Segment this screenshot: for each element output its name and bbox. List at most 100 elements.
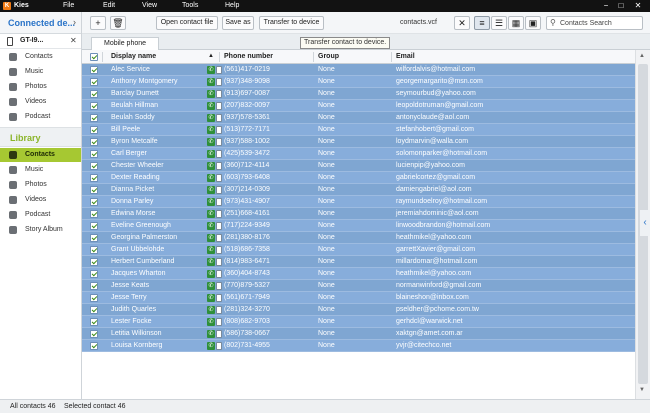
library-item-story-album[interactable]: Story Album [0,223,81,237]
table-row[interactable]: Eveline Greenough ✆ (717)224-9349 None linwo… [82,220,635,232]
row-checkbox[interactable] [90,198,98,206]
row-checkbox[interactable] [90,246,98,254]
call-icon[interactable]: ✆ [207,138,215,146]
call-icon[interactable]: ✆ [207,174,215,182]
table-row[interactable]: Jacques Wharton ✆ (360)404-8743 None heathmi… [82,268,635,280]
table-row[interactable]: Lester Focke ✆ (808)682-9703 None gerhdcl@wa… [82,316,635,328]
call-icon[interactable]: ✆ [207,294,215,302]
row-checkbox[interactable] [90,234,98,242]
device-item[interactable]: GT-I9... ✕ [0,34,81,49]
transfer-to-device-button[interactable]: Transfer to device [259,16,324,30]
row-checkbox[interactable] [90,342,98,350]
table-row[interactable]: Herbert Cumberland ✆ (814)983-6471 None mill… [82,256,635,268]
call-icon[interactable]: ✆ [207,234,215,242]
add-contact-button[interactable]: + [90,16,106,30]
table-row[interactable]: Beulah Hillman ✆ (207)832-0097 None leopoldo… [82,100,635,112]
call-icon[interactable]: ✆ [207,246,215,254]
table-row[interactable]: Beulah Soddy ✆ (937)578-5361 None antonyclau… [82,112,635,124]
table-row[interactable]: Byron Metcalfe ✆ (937)588-1002 None loydmarv… [82,136,635,148]
row-checkbox[interactable] [90,126,98,134]
call-icon[interactable]: ✆ [207,186,215,194]
select-all-checkbox[interactable] [90,53,98,61]
call-icon[interactable]: ✆ [207,90,215,98]
scroll-up-icon[interactable]: ▲ [639,53,645,59]
row-checkbox[interactable] [90,258,98,266]
row-checkbox[interactable] [90,90,98,98]
tab-mobile-phone[interactable]: Mobile phone [91,37,159,50]
menu-view[interactable]: View [142,2,157,9]
table-row[interactable]: Bill Peele ✆ (513)772-7171 None stefanhobert… [82,124,635,136]
row-checkbox[interactable] [90,114,98,122]
row-checkbox[interactable] [90,282,98,290]
library-item-photos[interactable]: Photos [0,178,81,192]
device-item-music[interactable]: Music [0,65,81,79]
library-item-contacts[interactable]: Contacts [0,148,81,162]
table-row[interactable]: Louisa Kornberg ✆ (802)731-4955 None yvjr@ci… [82,340,635,352]
library-item-podcast[interactable]: Podcast [0,208,81,222]
minimize-button[interactable]: − [601,1,611,11]
call-icon[interactable]: ✆ [207,102,215,110]
call-icon[interactable]: ✆ [207,198,215,206]
call-icon[interactable]: ✆ [207,306,215,314]
maximize-button[interactable]: □ [616,1,626,11]
device-item-videos[interactable]: Videos [0,95,81,109]
library-item-music[interactable]: Music [0,163,81,177]
table-row[interactable]: Carl Berger ✆ (425)539-3472 None solomonpark… [82,148,635,160]
call-icon[interactable]: ✆ [207,342,215,350]
call-icon[interactable]: ✆ [207,126,215,134]
call-icon[interactable]: ✆ [207,282,215,290]
call-icon[interactable]: ✆ [207,210,215,218]
call-icon[interactable]: ✆ [207,270,215,278]
sort-up-icon[interactable]: ▲ [208,53,214,59]
collapse-panel-handle[interactable]: ‹ [640,210,650,236]
grid-view-button[interactable]: ▦ [508,16,524,30]
row-checkbox[interactable] [90,270,98,278]
menu-tools[interactable]: Tools [182,2,198,9]
detail-view-button[interactable]: ☰ [491,16,507,30]
table-row[interactable]: Anthony Montgomery ✆ (937)348-9098 None geor… [82,76,635,88]
row-checkbox[interactable] [90,222,98,230]
list-view-button[interactable]: ≡ [474,16,490,30]
column-email[interactable]: Email [396,53,415,60]
table-row[interactable]: Jesse Keats ✆ (770)879-5327 None normanwinfo… [82,280,635,292]
row-checkbox[interactable] [90,186,98,194]
call-icon[interactable]: ✆ [207,78,215,86]
menu-help[interactable]: Help [225,2,239,9]
call-icon[interactable]: ✆ [207,150,215,158]
table-row[interactable]: Letitia Wilkinson ✆ (586)738-0667 None xaktg… [82,328,635,340]
column-phone-number[interactable]: Phone number [224,53,273,60]
table-row[interactable]: Jesse Terry ✆ (561)671-7949 None blaineshon@… [82,292,635,304]
row-checkbox[interactable] [90,138,98,146]
table-row[interactable]: Edwina Morse ✆ (251)668-4161 None jeremiahdo… [82,208,635,220]
table-row[interactable]: Grant Ubbelohde ✆ (518)686-7358 None garrett… [82,244,635,256]
device-item-podcast[interactable]: Podcast [0,110,81,124]
search-input[interactable] [560,18,640,28]
device-item-photos[interactable]: Photos [0,80,81,94]
row-checkbox[interactable] [90,162,98,170]
close-window-button[interactable]: ✕ [633,1,643,11]
menu-edit[interactable]: Edit [103,2,115,9]
row-checkbox[interactable] [90,318,98,326]
table-row[interactable]: Georgina Palmerston ✆ (281)380-8176 None hea… [82,232,635,244]
delete-contact-button[interactable]: 🗑 [110,16,126,30]
call-icon[interactable]: ✆ [207,258,215,266]
open-contact-file-button[interactable]: Open contact file [156,16,218,30]
table-row[interactable]: Donna Parley ✆ (973)431-4907 None raymundoel… [82,196,635,208]
row-checkbox[interactable] [90,330,98,338]
menu-file[interactable]: File [63,2,74,9]
call-icon[interactable]: ✆ [207,114,215,122]
table-row[interactable]: Dexter Reading ✆ (603)793-6408 None gabrielc… [82,172,635,184]
row-checkbox[interactable] [90,306,98,314]
row-checkbox[interactable] [90,66,98,74]
save-as-button[interactable]: Save as [222,16,254,30]
library-item-videos[interactable]: Videos [0,193,81,207]
row-checkbox[interactable] [90,78,98,86]
row-checkbox[interactable] [90,210,98,218]
row-checkbox[interactable] [90,150,98,158]
call-icon[interactable]: ✆ [207,330,215,338]
scroll-down-icon[interactable]: ▼ [639,387,645,393]
call-icon[interactable]: ✆ [207,66,215,74]
table-row[interactable]: Dianna Picket ✆ (307)214-0309 None damiengab… [82,184,635,196]
table-row[interactable]: Barclay Dumett ✆ (913)697-0087 None seymourb… [82,88,635,100]
disconnect-icon[interactable]: ✕ [70,36,77,45]
